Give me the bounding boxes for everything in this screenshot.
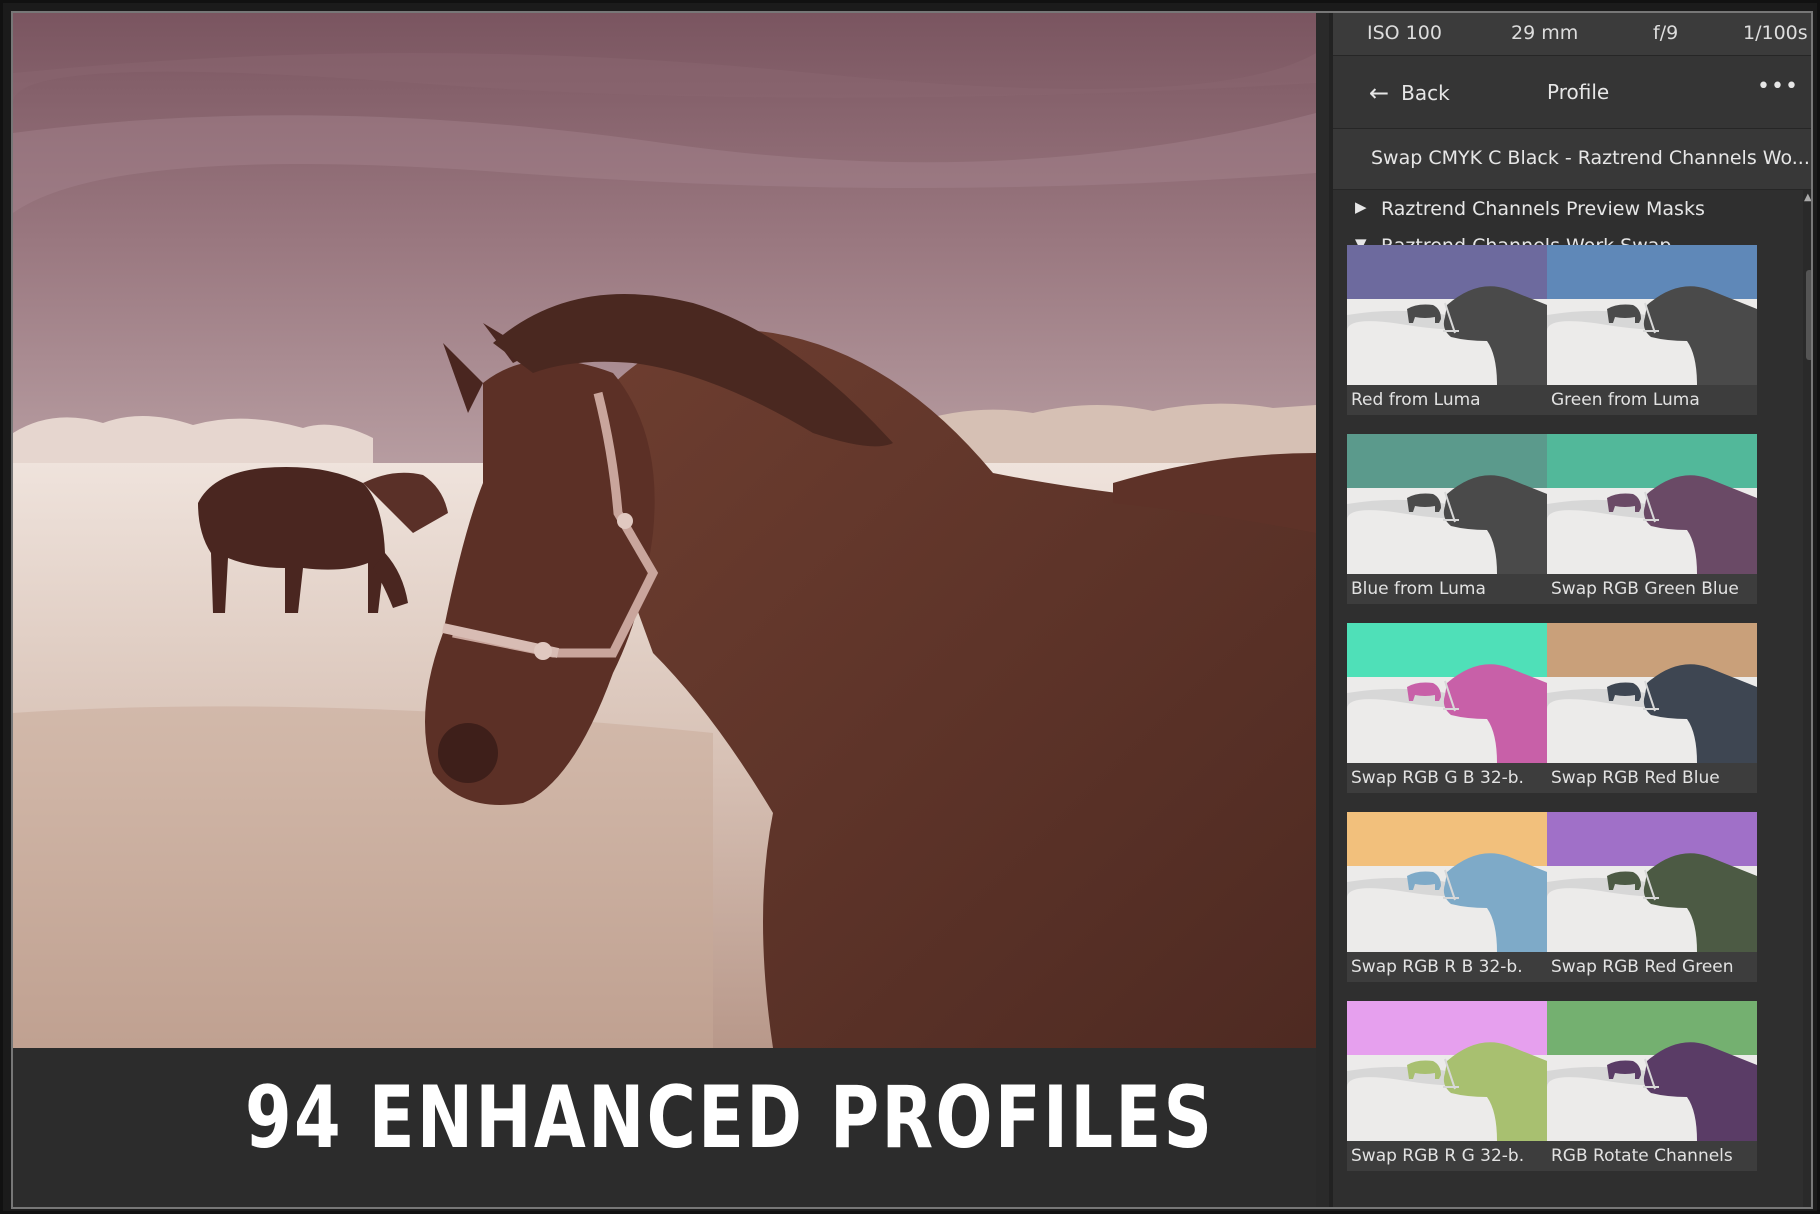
profile-thumbnail: [1347, 812, 1557, 952]
scroll-up-icon[interactable]: ▲: [1804, 192, 1811, 203]
panel-title: Profile: [1547, 80, 1610, 104]
back-button[interactable]: ← Back: [1369, 78, 1450, 107]
profile-tile[interactable]: Swap RGB Red Blue: [1547, 623, 1757, 793]
profile-thumbnail: [1347, 245, 1557, 385]
ellipsis-icon[interactable]: •••: [1757, 74, 1799, 99]
profile-tile[interactable]: Red from Luma: [1347, 245, 1557, 415]
exif-focal-length: 29 mm: [1511, 22, 1579, 44]
current-profile: Swap CMYK C Black - Raztrend Channels Wo…: [1333, 129, 1811, 190]
scrollbar[interactable]: ▲: [1803, 190, 1811, 1207]
profile-tile[interactable]: Swap RGB Red Green: [1547, 812, 1757, 982]
profile-groups: ▶ Raztrend Channels Preview Masks ▼ Razt…: [1333, 190, 1811, 1207]
profile-thumbnail: [1547, 434, 1757, 574]
profile-label: Swap RGB Red Blue: [1547, 763, 1757, 793]
profile-label: Swap RGB R G 32-b.: [1347, 1141, 1557, 1171]
profile-thumbnail: [1547, 1001, 1757, 1141]
profile-tile[interactable]: Swap RGB Green Blue: [1547, 434, 1757, 604]
exif-bar: ISO 100 29 mm f/9 1/100s: [1333, 13, 1811, 56]
profile-tile[interactable]: Blue from Luma: [1347, 434, 1557, 604]
profile-tile[interactable]: Swap RGB G B 32-b.: [1347, 623, 1557, 793]
profile-tile[interactable]: Green from Luma: [1547, 245, 1757, 415]
profile-label: Red from Luma: [1347, 385, 1557, 415]
promo-banner: 94 ENHANCED PROFILES: [13, 1048, 1316, 1207]
photo-preview: [13, 13, 1316, 1048]
back-label: Back: [1401, 81, 1450, 105]
current-profile-label: Swap CMYK C Black - Raztrend Channels Wo…: [1371, 147, 1810, 169]
exif-aperture: f/9: [1653, 22, 1679, 44]
profile-label: Swap RGB R B 32-b.: [1347, 952, 1557, 982]
profile-label: Swap RGB Green Blue: [1547, 574, 1757, 604]
scroll-thumb[interactable]: [1806, 270, 1811, 360]
profile-thumbnail: [1547, 623, 1757, 763]
exif-shutter: 1/100s: [1743, 22, 1808, 44]
profile-thumbnail: [1347, 434, 1557, 574]
group-preview-masks[interactable]: ▶ Raztrend Channels Preview Masks: [1333, 190, 1803, 228]
profile-thumbnail: [1347, 1001, 1557, 1141]
frame: 94 ENHANCED PROFILES ISO 100 29 mm f/9 1…: [0, 0, 1820, 1214]
profile-tile[interactable]: Swap RGB R G 32-b.: [1347, 1001, 1557, 1171]
triangle-right-icon: ▶: [1355, 198, 1367, 216]
profile-label: Swap RGB G B 32-b.: [1347, 763, 1557, 793]
frame-inner: 94 ENHANCED PROFILES ISO 100 29 mm f/9 1…: [11, 11, 1813, 1209]
profile-tile[interactable]: Swap RGB R B 32-b.: [1347, 812, 1557, 982]
profile-thumbnail: [1547, 812, 1757, 952]
profile-browser-panel: ISO 100 29 mm f/9 1/100s ← Back Profile •…: [1329, 13, 1811, 1207]
arrow-left-icon: ←: [1369, 79, 1390, 107]
profile-thumbnail: [1547, 245, 1757, 385]
profile-label: Swap RGB Red Green: [1547, 952, 1757, 982]
banner-title: 94 ENHANCED PROFILES: [245, 1068, 1215, 1168]
profile-label: Blue from Luma: [1347, 574, 1557, 604]
exif-iso: ISO 100: [1367, 22, 1442, 44]
profile-tile[interactable]: RGB Rotate Channels: [1547, 1001, 1757, 1171]
horse-photo: [13, 13, 1316, 1048]
profile-nav-bar: ← Back Profile •••: [1333, 56, 1811, 129]
profile-label: RGB Rotate Channels: [1547, 1141, 1757, 1171]
profile-thumbnail: [1347, 623, 1557, 763]
group-label: Raztrend Channels Preview Masks: [1381, 198, 1705, 220]
profile-label: Green from Luma: [1547, 385, 1757, 415]
